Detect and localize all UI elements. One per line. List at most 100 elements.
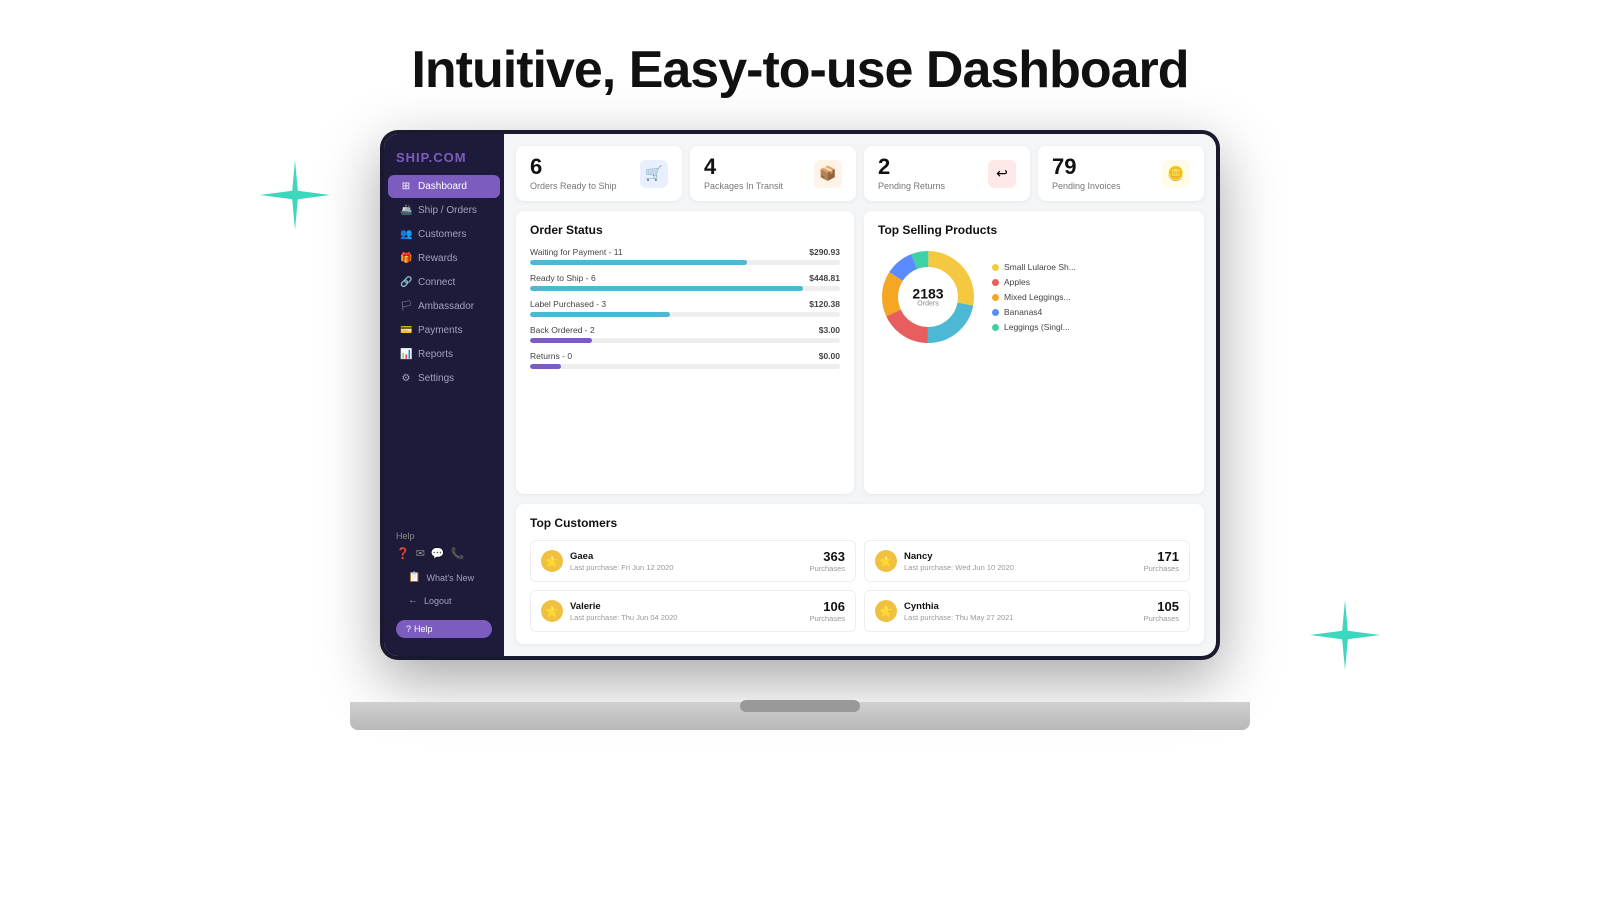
help-question-icon[interactable]: ❓: [396, 547, 410, 560]
laptop-base: [350, 702, 1250, 730]
ambassador-icon: 🏳: [400, 301, 412, 312]
sidebar-item-reports[interactable]: 📊 Reports: [388, 343, 500, 366]
settings-icon: ⚙: [400, 373, 412, 384]
whats-new-link[interactable]: 📋 What's New: [396, 566, 492, 589]
legend-dot: [992, 324, 999, 331]
legend-dot: [992, 264, 999, 271]
help-chat-icon[interactable]: 💬: [431, 547, 445, 560]
customer-purchases: Purchases: [810, 564, 845, 573]
customer-name: Valerie: [570, 601, 677, 612]
bar-track: [530, 286, 840, 291]
legend-dot: [992, 309, 999, 316]
stats-row: 6 Orders Ready to Ship 🛒 4 Packages In T…: [516, 146, 1204, 201]
customer-left: ⭐ Nancy Last purchase: Wed Jun 10 2020: [875, 550, 1014, 572]
customer-card: ⭐ Gaea Last purchase: Fri Jun 12 2020 36…: [530, 540, 856, 582]
customer-date: Last purchase: Thu Jun 04 2020: [570, 613, 677, 622]
bar-fill: [530, 338, 592, 343]
order-status-card: Order Status Waiting for Payment - 11 $2…: [516, 211, 854, 494]
donut-total: 2183: [912, 287, 943, 301]
sidebar-item-dashboard[interactable]: ⊞ Dashboard: [388, 175, 500, 198]
rewards-icon: 🎁: [400, 253, 412, 264]
customer-purchases: Purchases: [810, 614, 845, 623]
logout-link[interactable]: ← Logout: [396, 589, 492, 612]
bar-fill: [530, 312, 670, 317]
order-row-label: Ready to Ship - 6: [530, 273, 596, 283]
legend-dot: [992, 294, 999, 301]
page-heading: Intuitive, Easy-to-use Dashboard: [411, 40, 1188, 100]
bar-track: [530, 338, 840, 343]
packages-transit-number: 4: [704, 156, 783, 178]
customer-name: Cynthia: [904, 601, 1014, 612]
payments-icon: 💳: [400, 325, 412, 336]
laptop-notch: [740, 700, 860, 712]
sidebar-item-connect[interactable]: 🔗 Connect: [388, 271, 500, 294]
customer-card: ⭐ Valerie Last purchase: Thu Jun 04 2020…: [530, 590, 856, 632]
legend-item: Bananas4: [992, 307, 1076, 317]
order-row-amount: $448.81: [809, 273, 840, 283]
sidebar-item-payments[interactable]: 💳 Payments: [388, 319, 500, 342]
packages-transit-icon: 📦: [814, 160, 842, 188]
customer-info: Gaea Last purchase: Fri Jun 12 2020: [570, 551, 673, 572]
sidebar-item-ambassador[interactable]: 🏳 Ambassador: [388, 295, 500, 318]
legend-item: Leggings (Singl...: [992, 322, 1076, 332]
customer-right: 105 Purchases: [1144, 599, 1179, 623]
legend-label: Bananas4: [1004, 307, 1042, 317]
top-products-card: Top Selling Products 2183 Orders Small L…: [864, 211, 1204, 494]
bar-fill: [530, 364, 561, 369]
sidebar-item-customers[interactable]: 👥 Customers: [388, 223, 500, 246]
help-phone-icon[interactable]: 📞: [451, 547, 465, 560]
customer-card: ⭐ Cynthia Last purchase: Thu May 27 2021…: [864, 590, 1190, 632]
middle-row: Order Status Waiting for Payment - 11 $2…: [516, 211, 1204, 494]
packages-transit-label: Packages In Transit: [704, 181, 783, 191]
customer-count: 106: [810, 599, 845, 614]
laptop-mockup: SHIP.COM ⊞ Dashboard 🚢 Ship / Orders 👥 C…: [350, 130, 1250, 730]
order-row-label: Returns - 0: [530, 351, 572, 361]
customer-info: Cynthia Last purchase: Thu May 27 2021: [904, 601, 1014, 622]
customer-count: 105: [1144, 599, 1179, 614]
pending-invoices-number: 79: [1052, 156, 1121, 178]
customer-card: ⭐ Nancy Last purchase: Wed Jun 10 2020 1…: [864, 540, 1190, 582]
help-button[interactable]: ? Help: [396, 620, 492, 638]
customer-info: Nancy Last purchase: Wed Jun 10 2020: [904, 551, 1014, 572]
order-status-row: Waiting for Payment - 11 $290.93: [530, 247, 840, 265]
legend-label: Apples: [1004, 277, 1030, 287]
customer-avatar: ⭐: [875, 550, 897, 572]
bar-fill: [530, 286, 803, 291]
order-row-label: Back Ordered - 2: [530, 325, 595, 335]
sidebar-nav: ⊞ Dashboard 🚢 Ship / Orders 👥 Customers …: [384, 175, 504, 525]
pending-returns-number: 2: [878, 156, 945, 178]
customer-date: Last purchase: Fri Jun 12 2020: [570, 563, 673, 572]
orders-ready-icon: 🛒: [640, 160, 668, 188]
pending-returns-icon: ↩: [988, 160, 1016, 188]
customers-grid: ⭐ Gaea Last purchase: Fri Jun 12 2020 36…: [530, 540, 1190, 632]
order-status-title: Order Status: [530, 223, 840, 237]
customer-name: Gaea: [570, 551, 673, 562]
pending-returns-label: Pending Returns: [878, 181, 945, 191]
stat-packages-transit: 4 Packages In Transit 📦: [690, 146, 856, 201]
customer-avatar: ⭐: [541, 600, 563, 622]
orders-ready-label: Orders Ready to Ship: [530, 181, 617, 191]
bar-track: [530, 312, 840, 317]
ship-icon: 🚢: [400, 205, 412, 216]
sidebar-item-rewards[interactable]: 🎁 Rewards: [388, 247, 500, 270]
top-customers-section: Top Customers ⭐ Gaea Last purchase: Fri …: [516, 504, 1204, 644]
order-rows: Waiting for Payment - 11 $290.93 Ready t…: [530, 247, 840, 369]
star-right-icon: [1310, 600, 1380, 670]
orders-ready-number: 6: [530, 156, 617, 178]
order-status-row: Returns - 0 $0.00: [530, 351, 840, 369]
customer-date: Last purchase: Wed Jun 10 2020: [904, 563, 1014, 572]
customer-right: 106 Purchases: [810, 599, 845, 623]
legend-item: Apples: [992, 277, 1076, 287]
sidebar-item-ship-orders[interactable]: 🚢 Ship / Orders: [388, 199, 500, 222]
customer-right: 171 Purchases: [1144, 549, 1179, 573]
pending-invoices-icon: 🪙: [1162, 160, 1190, 188]
legend-label: Small Lularoe Sh...: [1004, 262, 1076, 272]
customer-avatar: ⭐: [875, 600, 897, 622]
sidebar-item-settings[interactable]: ⚙ Settings: [388, 367, 500, 390]
laptop-screen: SHIP.COM ⊞ Dashboard 🚢 Ship / Orders 👥 C…: [380, 130, 1220, 660]
help-mail-icon[interactable]: ✉: [416, 547, 425, 560]
order-row-label: Label Purchased - 3: [530, 299, 606, 309]
legend-dot: [992, 279, 999, 286]
customer-avatar: ⭐: [541, 550, 563, 572]
sidebar: SHIP.COM ⊞ Dashboard 🚢 Ship / Orders 👥 C…: [384, 134, 504, 656]
